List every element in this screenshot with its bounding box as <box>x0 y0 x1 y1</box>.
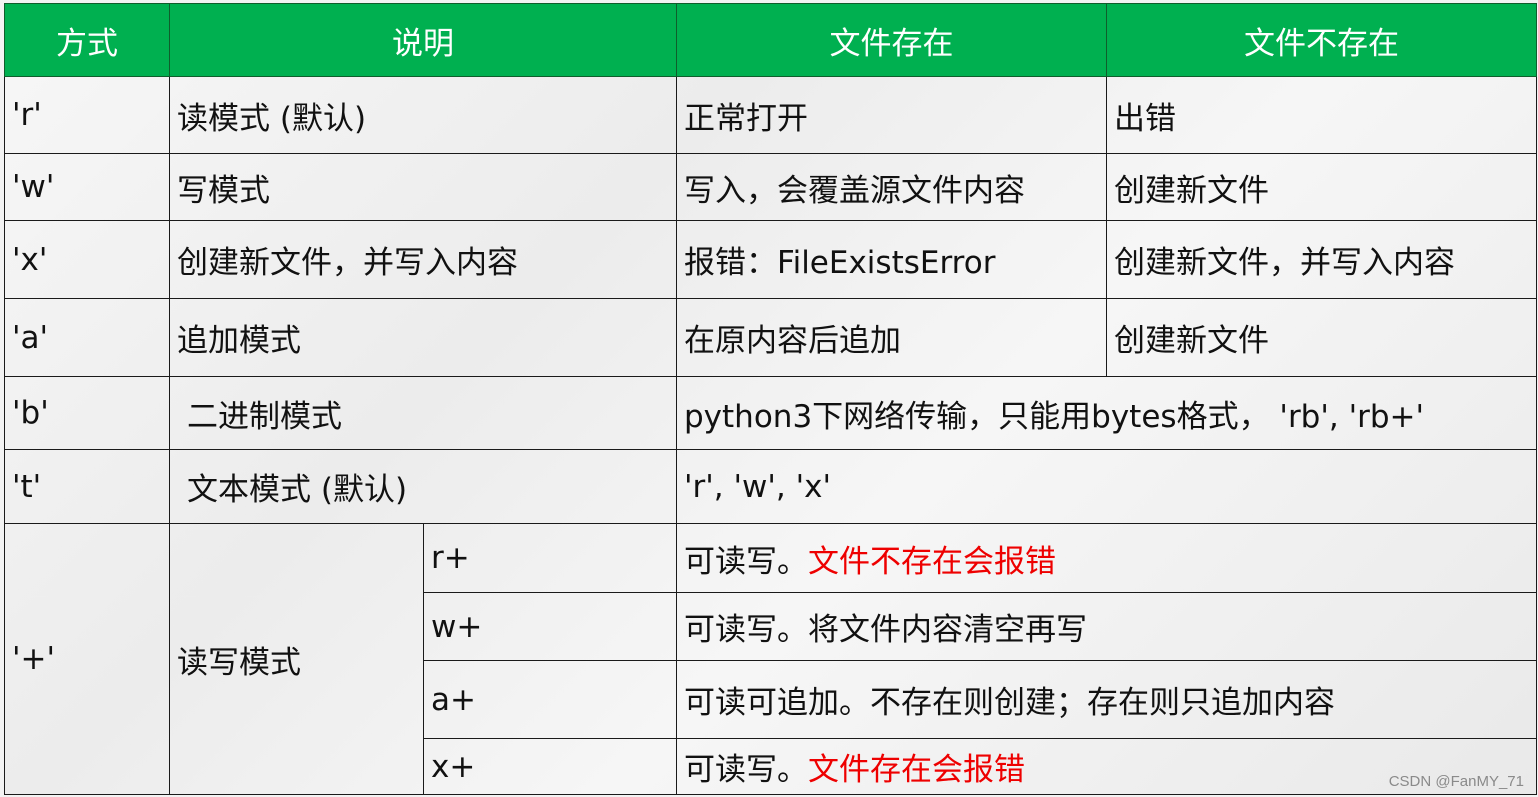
table-row-a: 'a' 追加模式 在原内容后追加 创建新文件 <box>4 298 1537 377</box>
description-cell: 二进制模式 <box>169 376 677 450</box>
mode-cell: 'x' <box>4 220 170 299</box>
mode-cell: 'b' <box>4 376 170 450</box>
table-row-x: 'x' 创建新文件，并写入内容 报错：FileExistsError 创建新文件… <box>4 220 1537 299</box>
note-cell: python3下网络传输，只能用bytes格式， 'rb', 'rb+' <box>676 376 1537 450</box>
not-exists-cell: 出错 <box>1106 76 1537 154</box>
table-row-b: 'b' 二进制模式 python3下网络传输，只能用bytes格式， 'rb',… <box>4 376 1537 450</box>
sub-mode-cell: w+ <box>423 592 677 661</box>
description-cell: 读写模式 <box>169 523 424 795</box>
not-exists-cell: 创建新文件，并写入内容 <box>1106 220 1537 299</box>
header-description: 说明 <box>169 3 677 77</box>
exists-cell: 在原内容后追加 <box>676 298 1107 377</box>
sub-mode-cell: r+ <box>423 523 677 593</box>
table-row-t: 't' 文本模式 (默认) 'r', 'w', 'x' <box>4 449 1537 524</box>
sub-description-cell: 可读可追加。不存在则创建；存在则只追加内容 <box>676 660 1537 739</box>
mode-cell: 'w' <box>4 153 170 221</box>
exists-cell: 正常打开 <box>676 76 1107 154</box>
description-cell: 追加模式 <box>169 298 677 377</box>
note-cell: 'r', 'w', 'x' <box>676 449 1537 524</box>
watermark: CSDN @FanMY_71 <box>1388 773 1524 790</box>
description-cell: 文本模式 (默认) <box>169 449 677 524</box>
file-mode-table: 方式 说明 文件存在 文件不存在 'r' 读模式 (默认) 正常打开 出错 'w… <box>4 3 1537 795</box>
description-cell: 读模式 (默认) <box>169 76 677 154</box>
header-row: 方式 说明 文件存在 文件不存在 <box>4 3 1537 77</box>
table-row-w: 'w' 写模式 写入，会覆盖源文件内容 创建新文件 <box>4 153 1537 221</box>
mode-cell: '+' <box>4 523 170 795</box>
exists-cell: 报错：FileExistsError <box>676 220 1107 299</box>
header-file-exists: 文件存在 <box>676 3 1107 77</box>
mode-cell: 't' <box>4 449 170 524</box>
mode-cell: 'r' <box>4 76 170 154</box>
header-file-not-exists: 文件不存在 <box>1106 3 1537 77</box>
sub-mode-cell: a+ <box>423 660 677 739</box>
exists-cell: 写入，会覆盖源文件内容 <box>676 153 1107 221</box>
table-row-r: 'r' 读模式 (默认) 正常打开 出错 <box>4 76 1537 154</box>
description-cell: 创建新文件，并写入内容 <box>169 220 677 299</box>
not-exists-cell: 创建新文件 <box>1106 298 1537 377</box>
sub-description-cell: 可读写。将文件内容清空再写 <box>676 592 1537 661</box>
sub-mode-cell: x+ <box>423 738 677 795</box>
table-row-plus-r: '+' 读写模式 r+ 可读写。文件不存在会报错 <box>4 523 1537 795</box>
sub-description-cell: 可读写。文件不存在会报错 <box>676 523 1537 593</box>
not-exists-cell: 创建新文件 <box>1106 153 1537 221</box>
mode-cell: 'a' <box>4 298 170 377</box>
description-cell: 写模式 <box>169 153 677 221</box>
header-mode: 方式 <box>4 3 170 77</box>
